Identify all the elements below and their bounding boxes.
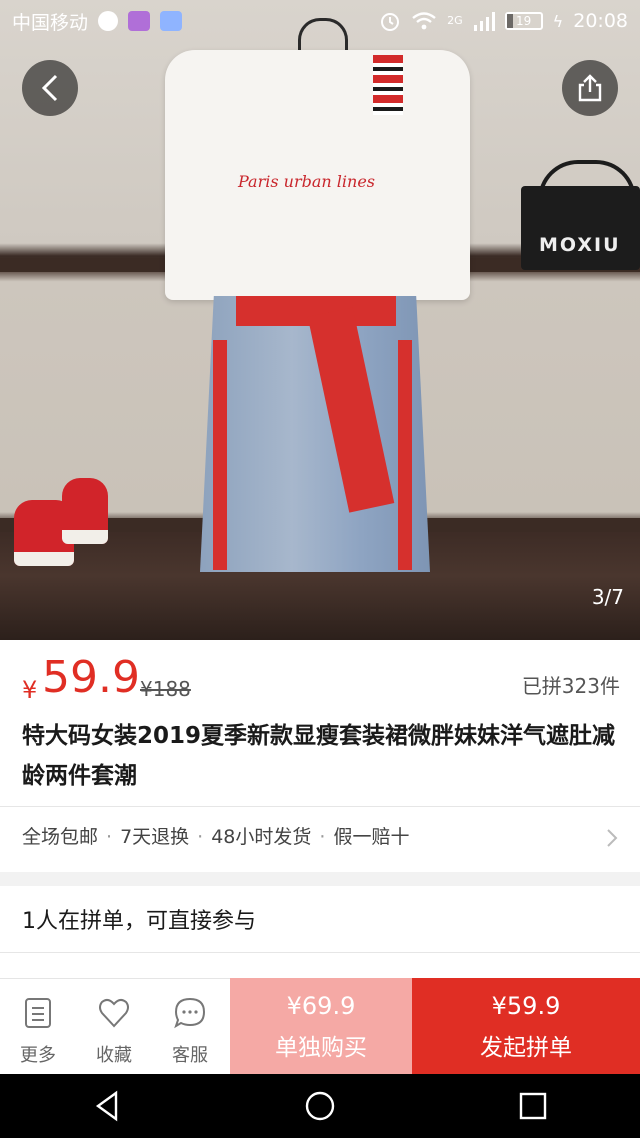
share-icon — [578, 74, 602, 102]
shoulder-strap — [373, 55, 403, 115]
section-gap — [0, 872, 640, 886]
group-buy-price: ¥59.9 — [491, 992, 561, 1020]
square-recents-icon — [520, 1092, 547, 1120]
sold-count: 已拼323件 — [521, 674, 620, 698]
customer-service-button[interactable]: 客服 — [152, 978, 228, 1074]
system-nav-bar — [0, 1074, 640, 1138]
nav-back-button[interactable] — [87, 1086, 127, 1126]
group-price: 59.9 — [42, 652, 140, 703]
buy-alone-button[interactable]: ¥69.9 单独购买 — [230, 978, 412, 1074]
divider — [0, 952, 640, 953]
service-guarantees[interactable]: 全场包邮 · 7天退换 · 48小时发货 · 假一赔十 — [22, 822, 582, 849]
chat-icon — [174, 997, 206, 1029]
skirt-stripe — [398, 340, 412, 570]
more-label: 更多 — [20, 1045, 56, 1066]
sneaker-sole — [14, 552, 74, 566]
separator: · — [106, 826, 113, 848]
more-icon — [25, 998, 51, 1028]
group-buy-label: 发起拼单 — [480, 1035, 572, 1061]
sneaker-sole — [62, 530, 108, 544]
product-image-carousel[interactable]: Paris urban lines MOXIU — [0, 0, 640, 640]
separator: · — [197, 826, 204, 848]
circle-home-icon — [305, 1091, 335, 1121]
tshirt-print: Paris urban lines — [238, 172, 375, 191]
handbag: MOXIU — [521, 186, 640, 270]
qq-icon — [98, 11, 119, 31]
sneaker — [62, 478, 108, 544]
favorite-label: 收藏 — [96, 1045, 132, 1066]
carrier-name: 中国移动 — [12, 11, 89, 34]
favorite-button[interactable]: 收藏 — [76, 978, 152, 1074]
heart-icon — [99, 998, 129, 1028]
nav-recents-button[interactable] — [513, 1086, 553, 1126]
service-free-shipping: 全场包邮 — [22, 826, 99, 848]
gallery-icon — [128, 11, 151, 31]
more-button[interactable]: 更多 — [0, 978, 76, 1074]
group-join-notice: 1人在拼单，可直接参与 — [22, 909, 256, 934]
service-7-day-return: 7天退换 — [120, 826, 190, 848]
triangle-back-icon — [95, 1090, 117, 1122]
service-authentic-guarantee: 假一赔十 — [333, 826, 410, 848]
divider — [0, 806, 640, 807]
chevron-right-icon[interactable] — [605, 827, 619, 849]
signal-icon — [473, 12, 495, 31]
wifi-icon — [412, 12, 436, 30]
bag-brand: MOXIU — [539, 234, 621, 256]
chevron-left-icon — [41, 74, 58, 102]
currency-symbol: ¥ — [22, 676, 38, 704]
status-bar: 中国移动 2G 19 ϟ 20:08 — [0, 0, 640, 42]
start-group-buy-button[interactable]: ¥59.9 发起拼单 — [412, 978, 640, 1074]
back-button[interactable] — [22, 60, 78, 116]
product-title: 特大码女装2019夏季新款显瘦套装裙微胖妹妹洋气遮肚减龄两件套潮 — [22, 723, 616, 789]
charging-icon: ϟ — [552, 11, 564, 31]
battery-indicator: 19 — [504, 12, 543, 30]
network-type: 2G — [447, 14, 463, 27]
buy-alone-price: ¥69.9 — [286, 992, 356, 1020]
clock: 20:08 — [573, 10, 628, 32]
skirt-stripe — [213, 340, 227, 570]
customer-service-label: 客服 — [172, 1045, 208, 1066]
buy-alone-label: 单独购买 — [275, 1035, 367, 1061]
battery-level — [506, 14, 514, 28]
app-notification-icon — [160, 11, 183, 31]
separator: · — [319, 826, 326, 848]
service-48h-shipping: 48小时发货 — [211, 826, 312, 848]
image-counter: 3/7 — [591, 585, 624, 609]
nav-home-button[interactable] — [300, 1086, 340, 1126]
original-price: ¥188 — [140, 677, 191, 701]
share-button[interactable] — [562, 60, 618, 116]
alarm-icon — [381, 13, 400, 31]
